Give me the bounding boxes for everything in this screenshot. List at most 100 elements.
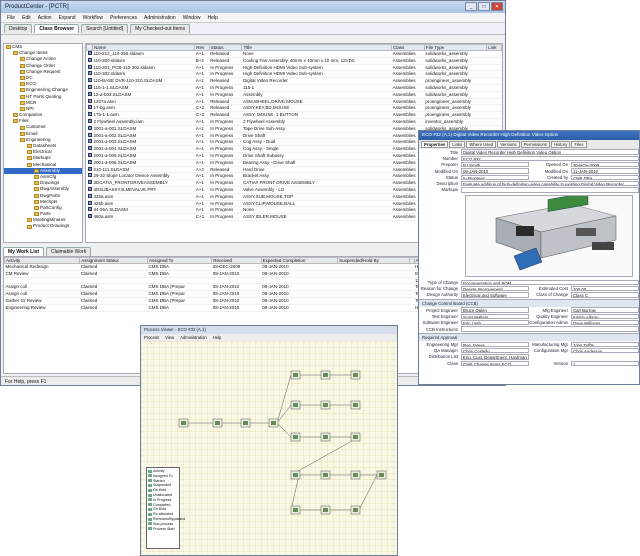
property-value[interactable] — [461, 326, 639, 332]
close-button[interactable]: ✕ — [491, 2, 503, 11]
properties-tab[interactable]: Where Used — [466, 141, 497, 148]
table-row[interactable]: 2 Flywheel Assembly.iam A+1 In Progress 2 F… — [86, 118, 502, 126]
property-value[interactable]: Scott Walters — [461, 313, 529, 320]
workflow-connector — [276, 374, 292, 424]
property-value[interactable]: Design Improvement — [461, 285, 529, 292]
menu-item-window[interactable]: Window — [183, 15, 201, 21]
legend-label: Removed/Bypassed — [153, 516, 186, 521]
menu-item-preferences[interactable]: Preferences — [110, 15, 137, 21]
properties-tab[interactable]: Links — [449, 141, 466, 148]
menu-item-help[interactable]: Help — [207, 15, 217, 21]
properties-tab[interactable]: Properties — [421, 141, 449, 148]
activity-icon — [323, 403, 328, 407]
process-menu-item[interactable]: Help — [213, 335, 222, 340]
toolbar-tab[interactable]: Search [Untitled] — [81, 24, 129, 33]
menu-item-administration[interactable]: Administration — [144, 15, 176, 21]
class-tree[interactable]: CMS Change Items Change Action Change Order… — [3, 43, 83, 243]
table-row[interactable]: 17-bg.asm C+2 Released ASSY,KEY,BD,MOUSE Ass… — [86, 104, 502, 113]
property-value[interactable]: Kristin Allison — [571, 313, 639, 320]
property-value[interactable]: John Tuffts — [571, 341, 639, 347]
eco-properties-window: ECO #32 (A,1) Digital Video Recorder Hig… — [418, 130, 640, 385]
table-cell: Bearing Assy - Drive Shaft — [241, 159, 392, 167]
property-value[interactable]: Ron James — [461, 341, 529, 347]
tree-node[interactable]: Product Drawings — [4, 223, 82, 229]
property-value[interactable]: Eng, Cust, Department, Hardman — [461, 354, 529, 360]
table-row[interactable]: 17b-1-1.asm C+2 Released ASSY, MOUSE, 1 BUT… — [86, 111, 502, 119]
menu-item-edit[interactable]: Edit — [22, 15, 31, 21]
table-cell: inventor_assembly — [424, 118, 487, 126]
property-value[interactable]: Eric Lash — [461, 320, 529, 326]
property-value[interactable]: 1 — [571, 360, 639, 366]
properties-tab[interactable]: History — [551, 141, 571, 148]
menu-item-workflow[interactable]: Workflow — [83, 15, 103, 21]
table-cell: 425b.asm — [92, 200, 195, 208]
property-value[interactable]: 09-JAN-2010 — [461, 168, 529, 174]
property-value[interactable]: Carl Burrow — [571, 307, 639, 313]
toolbar-tab[interactable]: Class Browser — [34, 24, 80, 33]
workflow-canvas[interactable]: Activity Assigned To Started Suspended On Ho… — [141, 341, 397, 555]
table-cell — [337, 290, 410, 298]
table-cell: 1207a.asm — [92, 98, 195, 106]
legend-label: Suspended — [153, 483, 172, 488]
minimize-button[interactable]: _ — [465, 2, 477, 11]
legend-label: Unallocated — [153, 492, 172, 497]
toolbar-tab[interactable]: My Checked-out Items — [130, 24, 191, 33]
property-value[interactable] — [461, 187, 639, 193]
property-value[interactable]: 30-NOV-2009 — [571, 162, 639, 168]
property-value[interactable]: Bruce Oglen — [461, 307, 529, 313]
property-value[interactable]: 100.00 — [571, 285, 639, 292]
property-value[interactable]: Chris Anderson — [571, 347, 639, 354]
maximize-button[interactable]: □ — [478, 2, 490, 11]
property-value[interactable]: 11-JAN-2010 — [571, 168, 639, 174]
table-cell: Assemblies — [391, 118, 425, 126]
workflow-legend: Activity Assigned To Started Suspended On Ho… — [146, 467, 185, 549]
menu-item-file[interactable]: File — [7, 15, 15, 21]
worklist-tab[interactable]: My Work List — [3, 247, 45, 256]
property-value[interactable]: ECO #32 — [461, 155, 639, 162]
property-value[interactable]: Dave Williams — [571, 320, 639, 326]
eco-window-title: ECO #32 (A,1) Digital Video Recorder Hig… — [419, 131, 639, 140]
property-value[interactable]: CMS DBA — [571, 174, 639, 181]
property-value[interactable]: BJ Smith — [461, 162, 529, 168]
menu-item-action[interactable]: Action — [38, 15, 52, 21]
property-value[interactable]: Documentation and BOM — [461, 279, 639, 285]
property-value[interactable]: Electrical and Software — [461, 292, 529, 298]
process-menu-item[interactable]: View — [165, 335, 174, 340]
table-row[interactable]: 110-300.sldasm B+2 Released Cooling Fan Ass… — [86, 57, 502, 65]
properties-tab[interactable]: Versions — [497, 141, 520, 148]
file-icon — [87, 200, 92, 205]
table-cell — [261, 277, 338, 285]
table-cell: CM Review — [4, 270, 80, 278]
table-cell: Assemblies — [391, 50, 425, 58]
table-row[interactable]: 110-301_PCB-110-302.sldasm A+1 In Progress… — [86, 64, 502, 72]
toolbar-tab[interactable]: Desktop — [4, 24, 33, 33]
table-cell: ASSY,CLIP,MOUSE,BALL — [241, 200, 392, 208]
menu-item-expand[interactable]: Expand — [59, 15, 76, 21]
process-menu-item[interactable]: Process — [144, 335, 159, 340]
process-viewer-title: Process Viewer - ECO #32 (A,1) — [141, 326, 397, 334]
property-value[interactable]: In Progress — [461, 174, 529, 181]
property-value[interactable]: Chris Costello — [461, 347, 529, 354]
property-value[interactable]: Evaluate addition of high-definition vid… — [461, 180, 639, 187]
table-cell — [486, 118, 502, 126]
workflow-connector — [358, 474, 378, 511]
table-row[interactable]: 110-302.sldasm A+1 In Progress High Definit… — [86, 70, 502, 79]
property-value[interactable]: CMS Change Items ECO — [461, 360, 529, 366]
folder-icon — [34, 187, 39, 192]
legend-label: Sub-process — [153, 521, 174, 526]
property-label: Title — [450, 149, 458, 155]
table-row[interactable]: 110-BASE DVR-110-310.SLDASM A+1 Released Di… — [86, 77, 502, 85]
table-row[interactable]: 1207a.asm A+1 Released ASM,WHEEL,DRIVE,MOUS… — [86, 98, 502, 106]
folder-icon — [34, 212, 39, 217]
properties-tab[interactable]: Files — [571, 141, 587, 148]
table-cell: CMS DBA — [147, 270, 212, 278]
property-value[interactable]: Class C — [571, 292, 639, 298]
file-icon — [87, 186, 92, 191]
process-menu-item[interactable]: Administration — [180, 335, 207, 340]
table-row[interactable]: 110-212_110-255.sldasm A+1 Released None Ass… — [86, 50, 502, 58]
table-row[interactable]: 12-a-b03.SLDASM A+1 In Progress Assembly Ass… — [86, 91, 502, 99]
worklist-tab[interactable]: Claimable Work — [46, 247, 92, 256]
properties-tab[interactable]: Permissions — [520, 141, 551, 148]
table-row[interactable]: 115-1-1.SLDASM A+1 In Progress 115-1 Assembl… — [86, 84, 502, 92]
property-value[interactable]: Digital Video Recorder High Definition V… — [461, 149, 639, 155]
